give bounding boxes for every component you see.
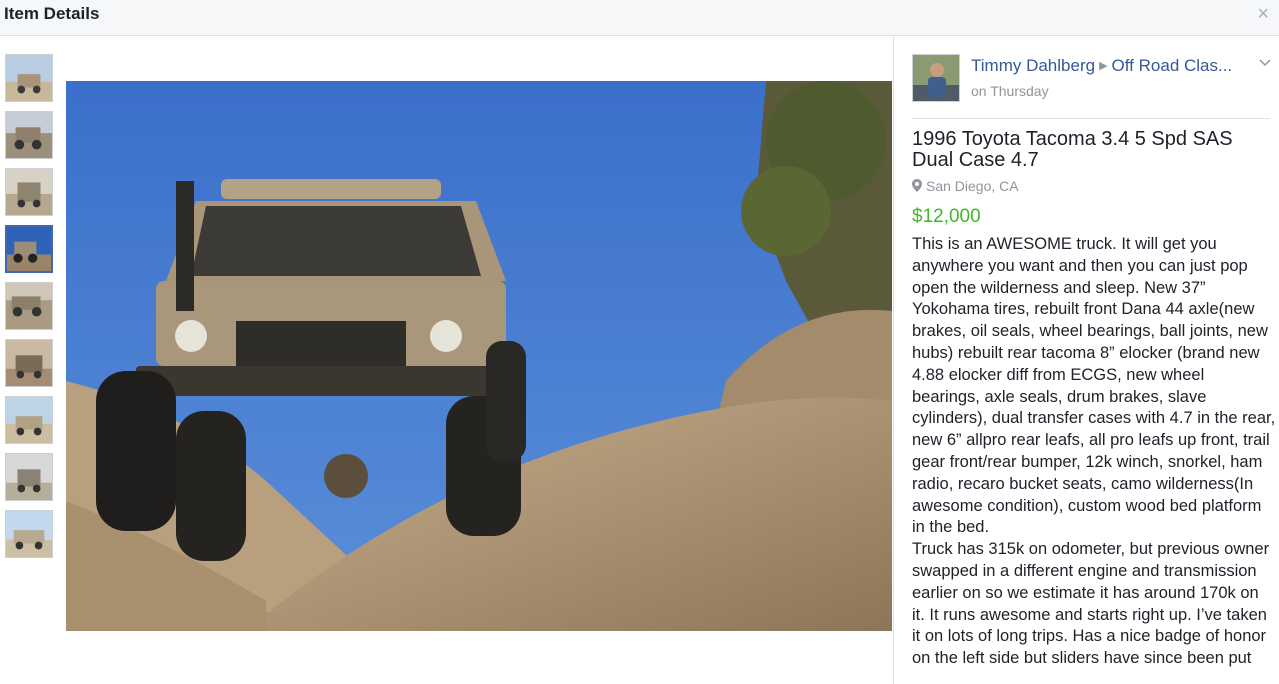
avatar[interactable] [912, 54, 960, 102]
arrow-right-icon: ▶ [1099, 60, 1108, 72]
description-paragraph: This is an AWESOME truck. It will get yo… [912, 235, 1276, 537]
author-link[interactable]: Timmy Dahlberg [971, 56, 1095, 75]
thumbnail-strip [5, 54, 53, 567]
thumbnail[interactable] [5, 453, 53, 501]
divider [912, 118, 1270, 119]
thumbnail[interactable] [5, 168, 53, 216]
thumbnail[interactable] [5, 282, 53, 330]
post-header: Timmy Dahlberg ▶ Off Road Clas... [971, 56, 1251, 76]
location-pin-icon [912, 178, 926, 194]
location-text: San Diego, CA [926, 178, 1019, 194]
thumbnail[interactable] [5, 54, 53, 102]
listing-title: 1996 Toyota Tacoma 3.4 5 Spd SAS Dual Ca… [912, 128, 1233, 171]
close-icon[interactable]: × [1257, 4, 1269, 24]
thumbnail-selected[interactable] [5, 225, 53, 273]
chevron-down-icon[interactable] [1259, 56, 1271, 70]
thumbnail[interactable] [5, 111, 53, 159]
thumbnail[interactable] [5, 396, 53, 444]
listing-location: San Diego, CA [912, 178, 1019, 194]
post-timestamp[interactable]: on Thursday [971, 83, 1049, 99]
group-link[interactable]: Off Road Clas... [1112, 56, 1233, 75]
dialog-title: Item Details [4, 4, 100, 23]
listing-sidebar: Timmy Dahlberg ▶ Off Road Clas... on Thurs… [894, 36, 1279, 684]
thumbnail[interactable] [5, 510, 53, 558]
description-paragraph: Truck has 315k on odometer, but previous… [912, 540, 1270, 668]
listing-price: $12,000 [912, 206, 981, 227]
main-listing-photo[interactable] [66, 81, 892, 631]
dialog-header: Item Details × [0, 0, 1279, 36]
listing-description: This is an AWESOME truck. It will get yo… [912, 234, 1276, 670]
thumbnail[interactable] [5, 339, 53, 387]
